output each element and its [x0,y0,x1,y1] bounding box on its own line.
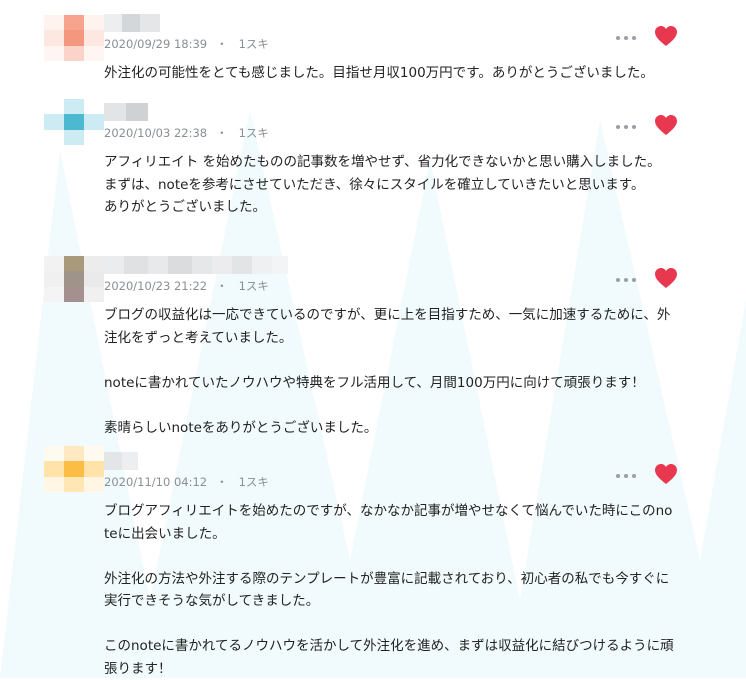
ellipsis-icon [616,474,620,478]
comment-body: ブログの収益化は一応できているのですが、更に上を目指すため、一気に加速するために… [104,304,676,439]
comment-body: 外注化の可能性をとても感じました。目指せ月収100万円です。ありがとうございまし… [104,62,676,85]
like-count[interactable]: 1スキ [239,475,269,489]
more-options-button[interactable] [616,470,636,482]
ellipsis-icon [616,125,620,129]
ellipsis-dot [624,125,628,129]
heart-icon[interactable] [654,114,678,136]
comment-paragraph: まずは、noteを参考にさせていただき、徐々にスタイルを確立していきたいと思いま… [104,176,645,193]
username-blurred[interactable] [104,452,138,470]
ellipsis-dot [624,278,628,282]
meta-separator: ・ [216,37,228,51]
ellipsis-dot [632,474,636,478]
avatar[interactable] [44,256,104,302]
comment-date: 2020/09/29 18:39 [104,37,208,51]
comment-paragraph [104,349,676,372]
comment-paragraph [104,545,676,568]
avatar[interactable] [44,15,104,61]
comment-date: 2020/10/23 21:22 [104,279,208,293]
comment-body: ブログアフィリエイトを始めたのですが、なかなか記事が増やせなくて悩んでいた時にこ… [104,500,676,680]
comment-paragraph: 外注化の方法や外注する際のテンプレートが豊富に記載されており、初心者の私でも今す… [104,570,670,610]
comment-body: アフィリエイト を始めたものの記事数を増やせず、省力化できないかと思い購入しまし… [104,151,676,219]
comment-meta: 2020/11/10 04:12 ・ 1スキ [104,474,269,490]
comment-paragraph: ありがとうございました。 [104,199,266,215]
comment-paragraph [104,394,676,417]
comment-paragraph: このnoteに書かれてるノウハウを活かして外注化を進め、まずは収益化に結びつける… [104,638,674,677]
comment-paragraph: noteに書かれていたノウハウや特典をフル活用して、月間100万円に向けて頑張り… [104,374,645,391]
heart-icon[interactable] [654,25,678,47]
like-count[interactable]: 1スキ [239,126,269,140]
ellipsis-dot [624,474,628,478]
ellipsis-icon [616,36,620,40]
comment-paragraph: ブログアフィリエイトを始めたのですが、なかなか記事が増やせなくて悩んでいた時にこ… [104,503,673,542]
more-options-button[interactable] [616,274,636,286]
username-blurred[interactable] [104,103,148,121]
more-options-button[interactable] [616,121,636,133]
like-count[interactable]: 1スキ [239,279,269,293]
comment-paragraph: 素晴らしいnoteをありがとうございました。 [104,419,378,436]
meta-separator: ・ [216,126,228,140]
meta-separator: ・ [216,279,228,293]
avatar[interactable] [44,446,104,492]
username-blurred[interactable] [104,256,288,274]
comment-meta: 2020/10/23 21:22 ・ 1スキ [104,278,269,294]
comment-paragraph [104,613,676,636]
username-blurred[interactable] [104,14,160,32]
heart-icon[interactable] [654,267,678,289]
comment-paragraph: アフィリエイト を始めたものの記事数を増やせず、省力化できないかと思い購入しまし… [104,154,661,170]
comment-date: 2020/11/10 04:12 [104,475,208,489]
ellipsis-dot [632,36,636,40]
comment-list: 2020/09/29 18:39 ・ 1スキ 外注化の可能性をとても感じました。目指… [0,0,746,678]
meta-separator: ・ [216,475,228,489]
comment-meta: 2020/10/03 22:38 ・ 1スキ [104,125,269,141]
comment-date: 2020/10/03 22:38 [104,126,208,140]
comment-paragraph: ブログの収益化は一応できているのですが、更に上を目指すため、一気に加速するために… [104,307,671,346]
like-count[interactable]: 1スキ [239,37,269,51]
ellipsis-icon [616,278,620,282]
more-options-button[interactable] [616,32,636,44]
comment-meta: 2020/09/29 18:39 ・ 1スキ [104,36,269,52]
ellipsis-dot [632,278,636,282]
avatar[interactable] [44,99,104,145]
comment-paragraph: 外注化の可能性をとても感じました。目指せ月収100万円です。ありがとうございまし… [104,65,654,81]
ellipsis-dot [632,125,636,129]
ellipsis-dot [624,36,628,40]
heart-icon[interactable] [654,463,678,485]
